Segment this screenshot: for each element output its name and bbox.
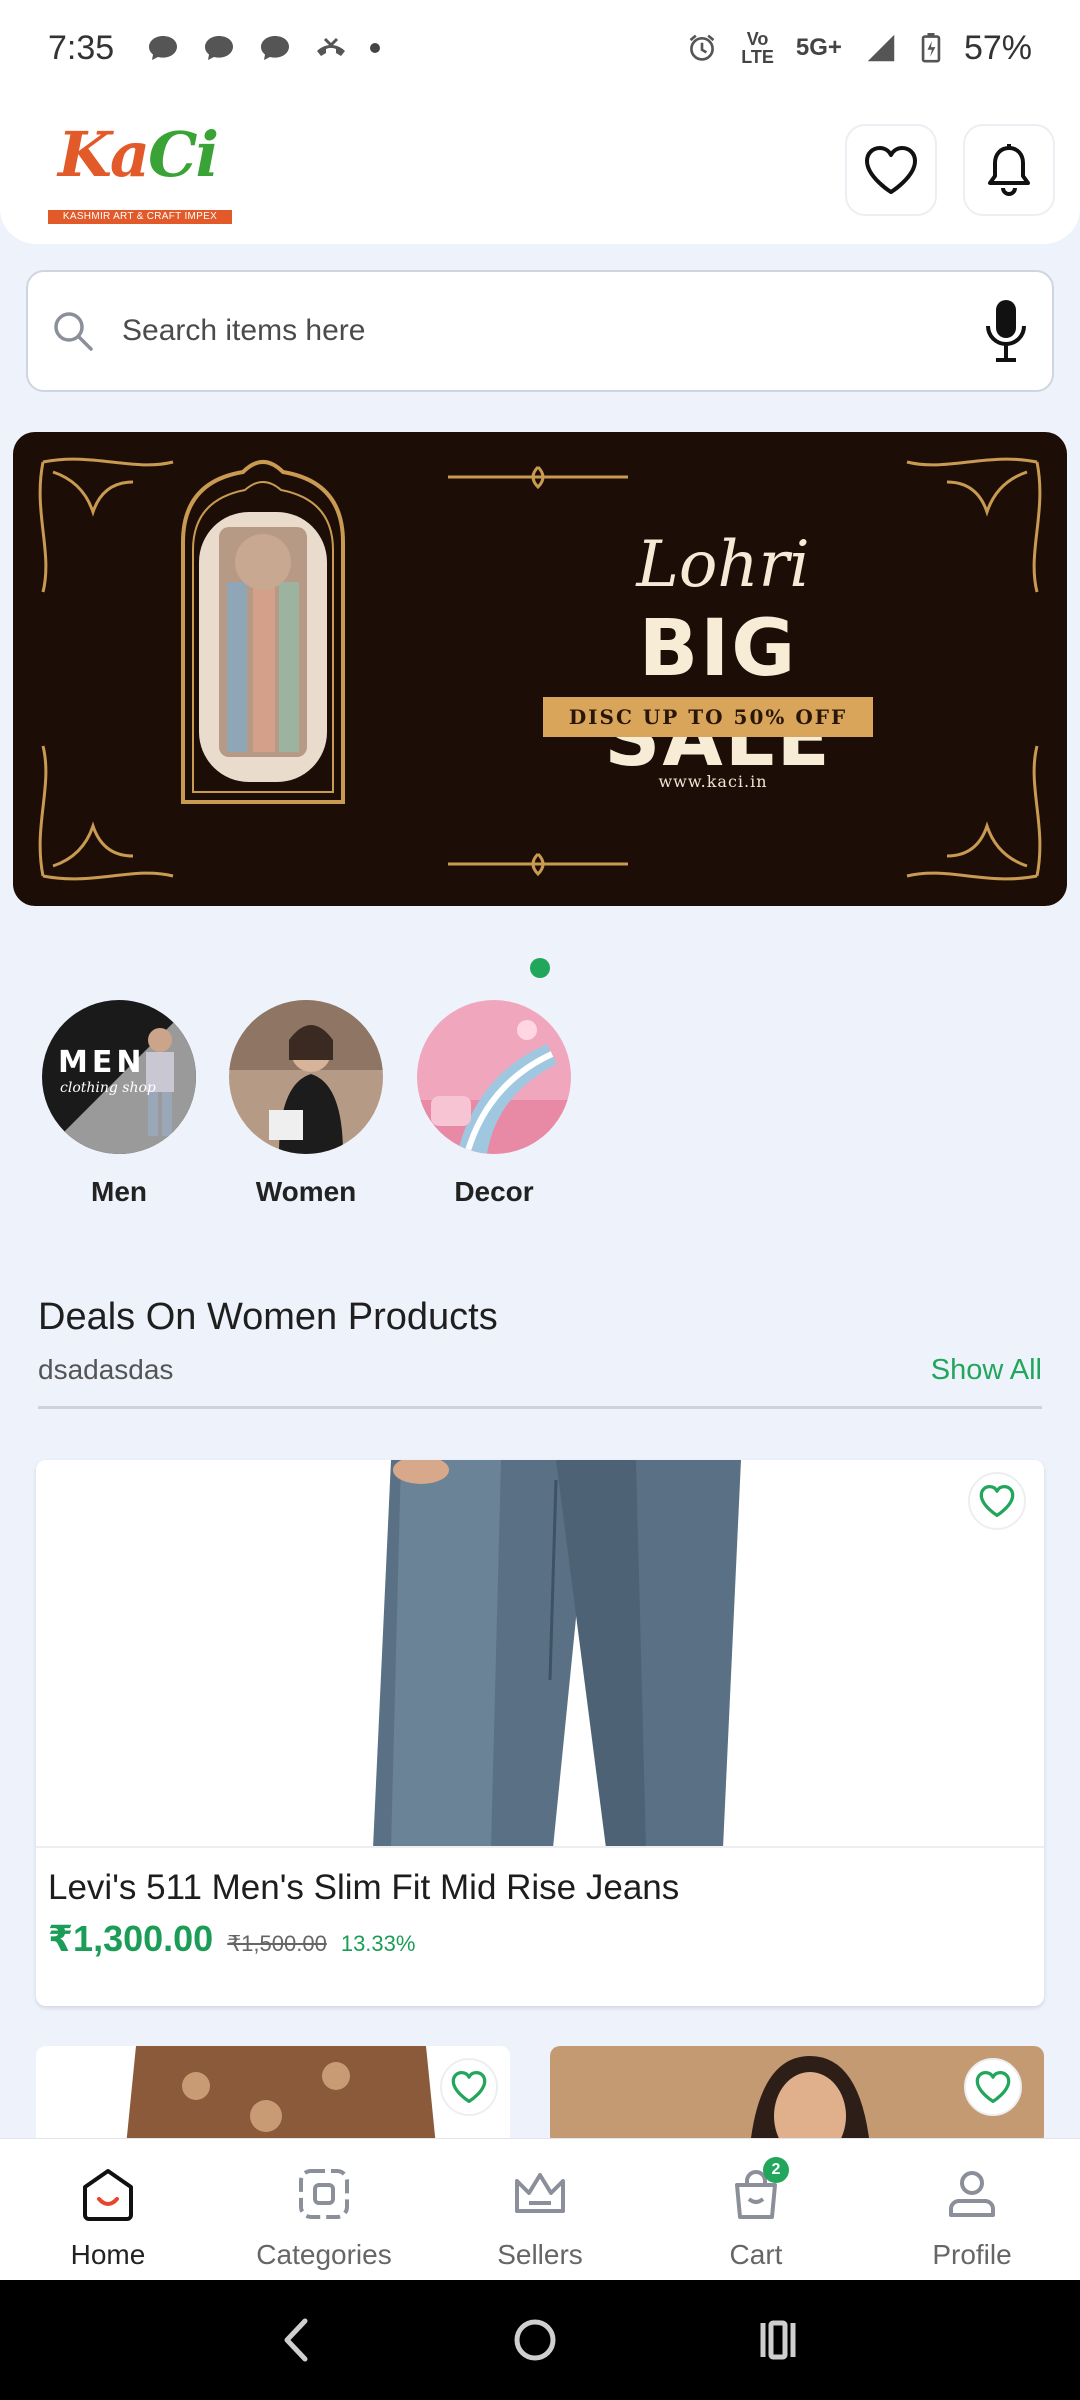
recents-icon[interactable] xyxy=(753,2315,803,2365)
microphone-icon[interactable] xyxy=(984,298,1028,364)
nav-categories[interactable]: Categories xyxy=(216,2139,432,2280)
product-card[interactable]: Levi's 511 Men's Slim Fit Mid Rise Jeans… xyxy=(36,1460,1044,2006)
status-bar: 7:35 Vo LTE 5G+ 57% xyxy=(0,0,1080,96)
cart-count-badge: 2 xyxy=(763,2157,789,2183)
volte-top-text: Vo xyxy=(746,29,769,49)
home-circle-icon[interactable] xyxy=(510,2315,560,2365)
section-divider xyxy=(38,1406,1042,1409)
product-card[interactable] xyxy=(550,2046,1044,2146)
search-input[interactable] xyxy=(122,314,984,348)
nav-label: Home xyxy=(70,2239,146,2270)
battery-charging-icon xyxy=(921,33,941,63)
nav-home[interactable]: Home xyxy=(0,2139,216,2280)
category-women[interactable]: Women xyxy=(229,1000,383,1208)
men-image-text: MEN xyxy=(58,1045,145,1080)
alarm-icon xyxy=(689,34,715,61)
banner-script-title: Lohri xyxy=(636,528,810,602)
heart-icon xyxy=(865,146,917,194)
jeans-image xyxy=(373,1460,741,1846)
notifications-button[interactable] xyxy=(963,124,1055,216)
category-label: Women xyxy=(255,1176,357,1207)
crown-icon xyxy=(515,2173,565,2213)
profile-icon xyxy=(949,2171,995,2217)
home-icon xyxy=(83,2169,133,2221)
nav-label: Profile xyxy=(932,2239,1012,2270)
product-mrp: ₹1,500.00 xyxy=(227,1931,327,1956)
volte-bottom-text: LTE xyxy=(741,47,774,67)
wishlist-button[interactable] xyxy=(845,124,937,216)
product-price: ₹1,300.00 xyxy=(48,1918,214,1959)
product-card[interactable] xyxy=(36,2046,510,2146)
nav-sellers[interactable]: Sellers xyxy=(432,2139,648,2280)
product-image xyxy=(36,2046,510,2146)
product-name: Levi's 511 Men's Slim Fit Mid Rise Jeans xyxy=(48,1868,680,1907)
missed-call-icon xyxy=(317,37,346,56)
decor-category-thumbnail xyxy=(417,1000,571,1154)
banner-discount: DISC UP TO 50% OFF xyxy=(543,697,873,737)
app-header: KaCi KASHMIR ART & CRAFT IMPEX xyxy=(0,96,1080,244)
categories-icon xyxy=(299,2169,349,2219)
chat-bubble-icon xyxy=(205,36,234,60)
category-men-image: MEN clothing shop xyxy=(42,1000,196,1154)
men-image-subtext: clothing shop xyxy=(60,1080,156,1096)
banner-url: www.kaci.in xyxy=(658,772,768,791)
chat-bubble-icon xyxy=(261,36,290,60)
promo-banner[interactable]: Lohri BIG SALE DISC UP TO 50% OFF www.ka… xyxy=(13,432,1067,906)
battery-percentage: 57% xyxy=(963,28,1032,67)
nav-label: Cart xyxy=(729,2239,783,2270)
signal-strength-icon xyxy=(867,34,895,62)
nav-label: Categories xyxy=(256,2239,392,2270)
heart-icon xyxy=(451,2070,487,2104)
banner-title: BIG SALE xyxy=(604,604,832,784)
logo-tagline: KASHMIR ART & CRAFT IMPEX xyxy=(48,210,232,224)
chat-bubble-icon xyxy=(149,36,178,60)
system-navigation-bar xyxy=(0,2280,1080,2400)
women-category-thumbnail xyxy=(229,1000,383,1154)
carousel-indicator[interactable] xyxy=(530,958,550,978)
add-to-wishlist-button[interactable] xyxy=(440,2058,498,2116)
back-icon[interactable] xyxy=(277,2315,317,2365)
more-notifications-dot xyxy=(370,43,381,53)
search-bar[interactable] xyxy=(26,270,1054,392)
logo-wordmark: KaCi xyxy=(58,118,219,191)
nav-cart[interactable]: 2 Cart xyxy=(648,2139,864,2280)
men-category-thumbnail: MEN clothing shop xyxy=(42,1000,196,1154)
show-all-link[interactable]: Show All xyxy=(931,1354,1042,1387)
category-label: Decor xyxy=(454,1176,534,1207)
section-subtitle: dsadasdas xyxy=(38,1354,174,1385)
category-men[interactable]: MEN clothing shop Men xyxy=(42,1000,196,1208)
category-label: Men xyxy=(91,1176,147,1207)
status-time: 7:35 xyxy=(48,28,115,67)
cart-icon-wrapper: 2 xyxy=(727,2157,789,2223)
heart-icon xyxy=(975,2070,1011,2104)
category-women-image xyxy=(229,1000,383,1154)
bell-icon xyxy=(988,144,1030,196)
status-bar-left: 7:35 xyxy=(48,28,381,68)
category-decor[interactable]: Decor xyxy=(417,1000,571,1208)
category-decor-image xyxy=(417,1000,571,1154)
status-bar-right: Vo LTE 5G+ 57% xyxy=(685,29,1032,68)
price-row: ₹1,300.00 ₹1,500.00 13.33% xyxy=(48,1918,415,1960)
product-discount: 13.33% xyxy=(340,1931,416,1956)
volte-indicator: Vo LTE xyxy=(741,30,774,66)
heart-icon xyxy=(979,1484,1015,1518)
add-to-wishlist-button[interactable] xyxy=(968,1472,1026,1530)
section-title: Deals On Women Products xyxy=(38,1296,498,1338)
bottom-navigation: Home Categories Sellers 2 Cart Profile xyxy=(0,2138,1080,2280)
nav-label: Sellers xyxy=(497,2239,583,2270)
add-to-wishlist-button[interactable] xyxy=(964,2058,1022,2116)
network-type: 5G+ xyxy=(795,34,842,61)
kaci-logo[interactable]: KaCi KASHMIR ART & CRAFT IMPEX xyxy=(48,118,234,224)
nav-profile[interactable]: Profile xyxy=(864,2139,1080,2280)
product-image xyxy=(36,1460,1044,1848)
search-icon xyxy=(54,312,93,351)
